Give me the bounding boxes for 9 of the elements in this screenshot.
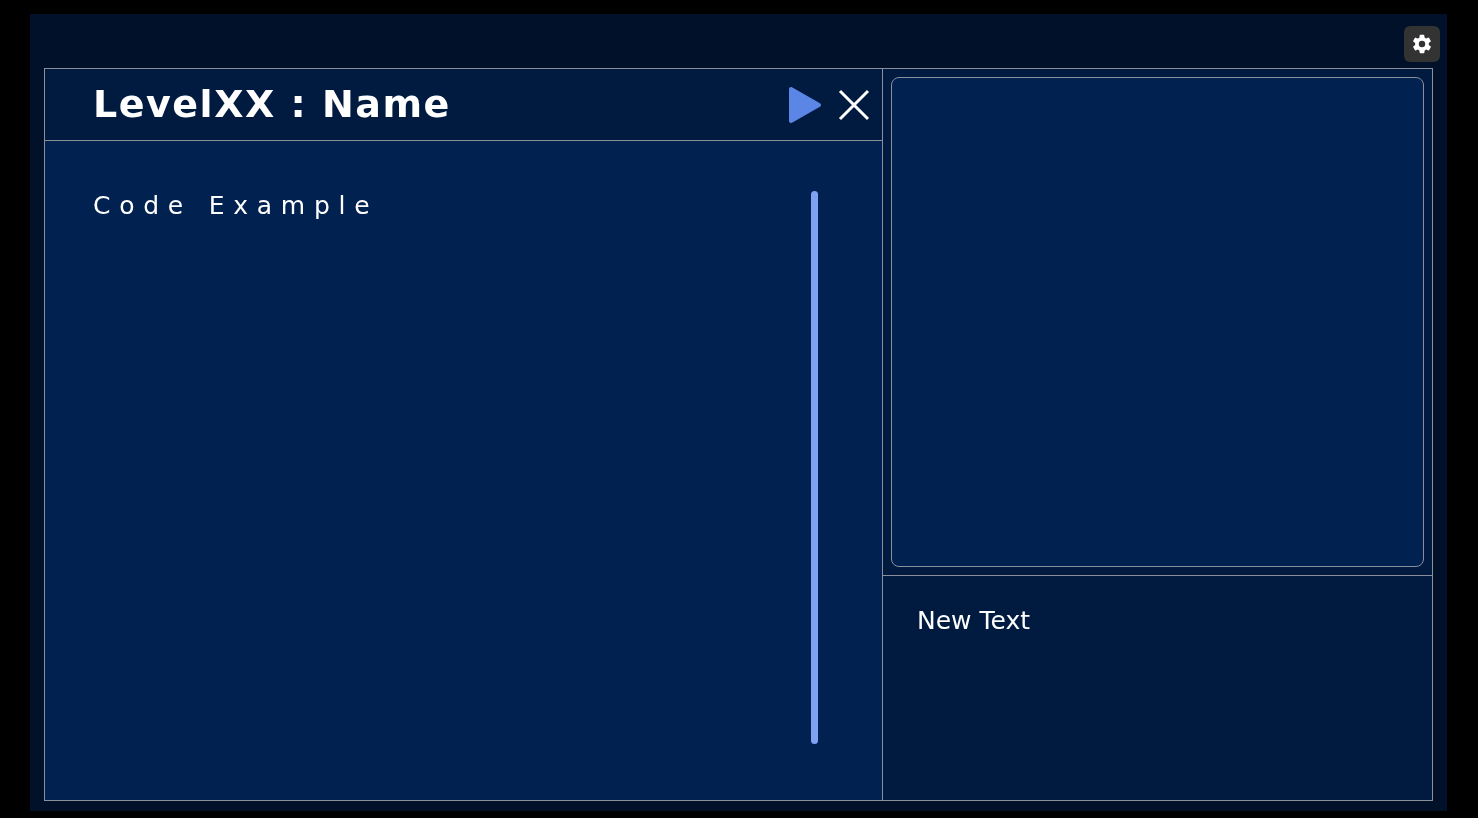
settings-button[interactable] <box>1404 26 1440 62</box>
output-text: New Text <box>917 606 1031 635</box>
play-icon <box>788 85 822 124</box>
level-title: LevelXX : Name <box>93 81 452 128</box>
play-button[interactable] <box>788 85 822 124</box>
close-icon <box>838 88 870 121</box>
close-button[interactable] <box>838 88 870 121</box>
settings-icon <box>1411 33 1433 55</box>
code-text: Code Example <box>93 190 380 222</box>
